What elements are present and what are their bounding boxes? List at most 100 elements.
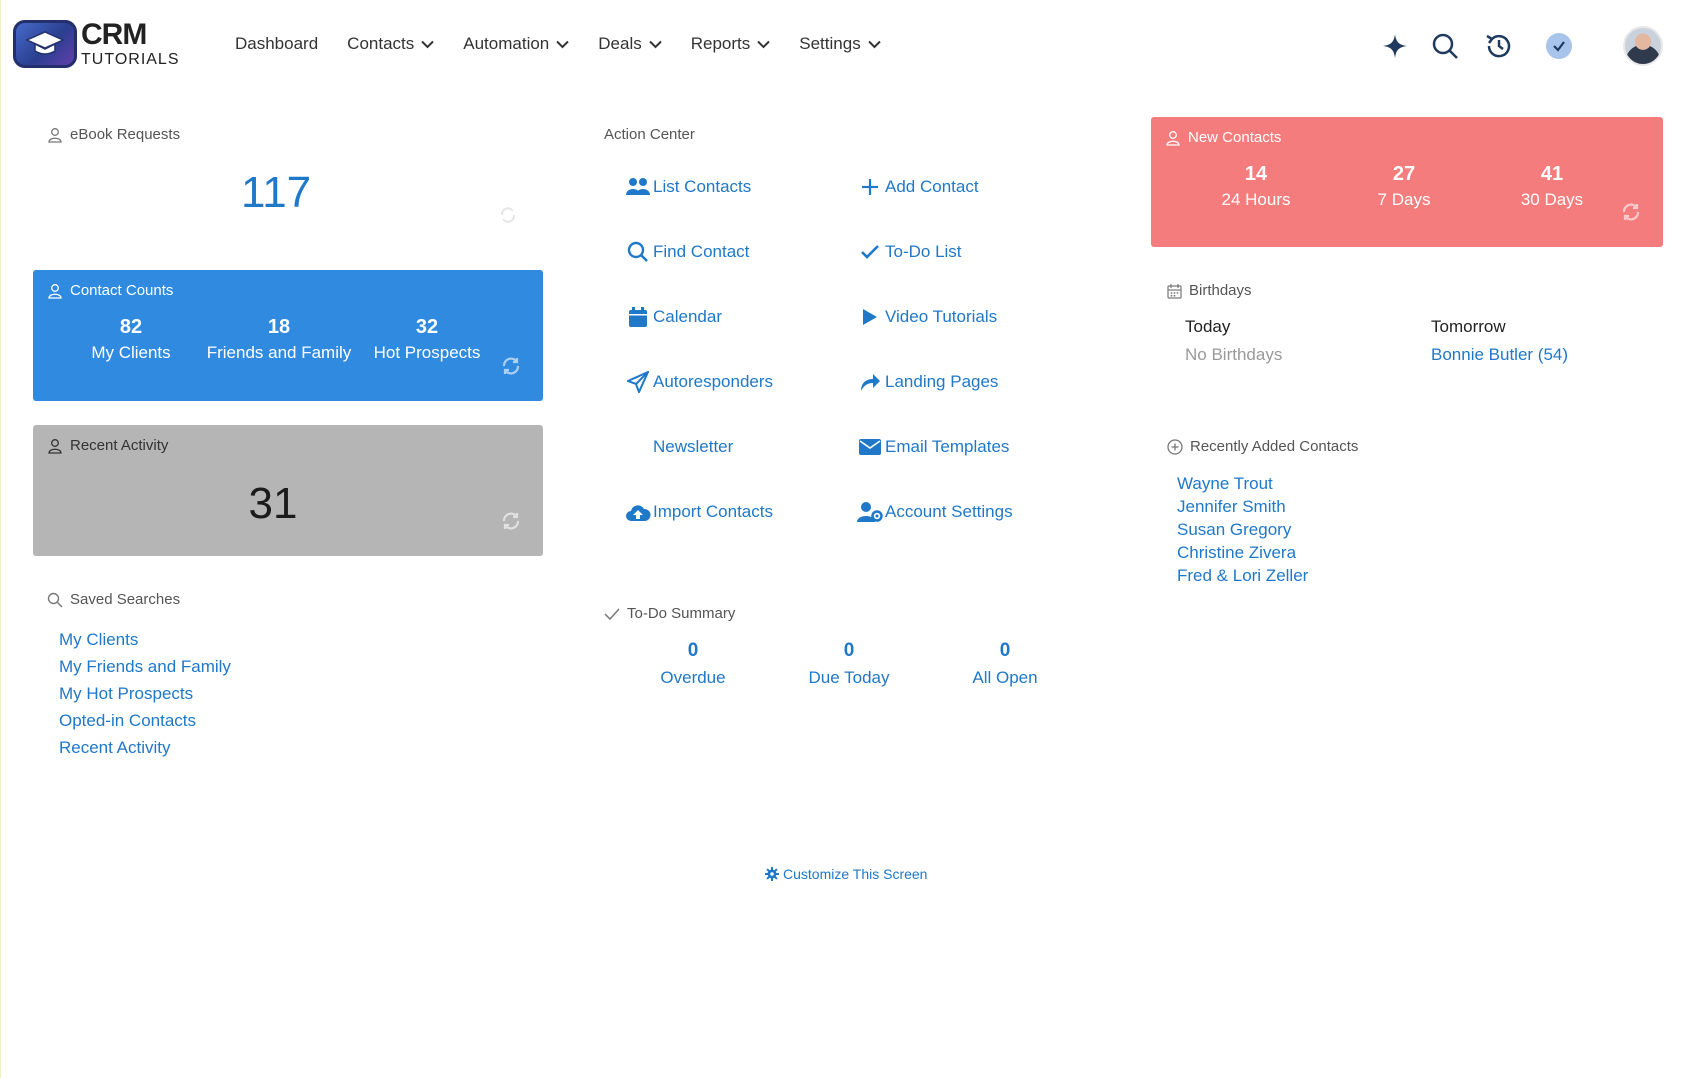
stat-label: All Open	[972, 668, 1038, 687]
stat-friends-family[interactable]: 18 Friends and Family	[193, 316, 365, 363]
user-icon	[48, 127, 62, 143]
stat-label: Hot Prospects	[373, 343, 481, 362]
stat-30-days[interactable]: 41 30 Days	[1477, 163, 1627, 210]
stat-number: 32	[415, 316, 439, 338]
todo-overdue[interactable]: 0 Overdue	[615, 640, 771, 688]
action-import-contacts[interactable]: Import Contacts	[625, 500, 773, 524]
action-label: To-Do List	[885, 242, 962, 261]
saved-search-link[interactable]: Opted-in Contacts	[59, 707, 231, 734]
action-email-templates[interactable]: Email Templates	[857, 435, 1009, 459]
recent-activity-title: Recent Activity	[47, 437, 168, 454]
plus-icon	[857, 175, 883, 199]
user-avatar[interactable]	[1623, 26, 1663, 66]
nav-contacts[interactable]: Contacts	[347, 34, 434, 54]
nav-label: Deals	[598, 34, 642, 53]
stat-number: 14	[1244, 163, 1268, 185]
todo-all-open[interactable]: 0 All Open	[927, 640, 1083, 688]
action-landing-pages[interactable]: Landing Pages	[857, 370, 998, 394]
check-icon	[604, 607, 620, 620]
user-icon	[48, 283, 62, 299]
recent-contact-link[interactable]: Fred & Lori Zeller	[1177, 564, 1308, 587]
paper-plane-icon	[625, 370, 651, 394]
nav-reports[interactable]: Reports	[691, 34, 771, 54]
refresh-icon[interactable]	[501, 511, 521, 536]
refresh-icon[interactable]	[1621, 202, 1641, 227]
action-label: Calendar	[653, 307, 722, 326]
action-account-settings[interactable]: Account Settings	[857, 500, 1013, 524]
sparkle-icon[interactable]	[1379, 30, 1411, 62]
action-label: Video Tutorials	[885, 307, 998, 326]
refresh-icon[interactable]	[499, 206, 517, 229]
recent-contact-link[interactable]: Jennifer Smith	[1177, 495, 1308, 518]
action-add-contact[interactable]: Add Contact	[857, 175, 979, 199]
contact-counts-card: Contact Counts 82 My Clients 18 Friends …	[33, 270, 543, 401]
todo-summary-stats: 0 Overdue 0 Due Today 0 All Open	[615, 640, 1083, 688]
stat-number: 0	[687, 640, 699, 661]
brand-logo[interactable]: CRM TUTORIALS	[13, 20, 180, 68]
customize-screen-link[interactable]: Customize This Screen	[765, 866, 927, 882]
user-icon	[1166, 130, 1180, 146]
action-todo-list[interactable]: To-Do List	[857, 240, 962, 264]
refresh-icon[interactable]	[501, 356, 521, 381]
nav-dashboard[interactable]: Dashboard	[235, 34, 318, 54]
main-menu: Dashboard Contacts Automation Deals Repo…	[235, 34, 910, 54]
action-label: Email Templates	[885, 437, 1010, 456]
action-list-contacts[interactable]: List Contacts	[625, 175, 751, 199]
customize-label: Customize This Screen	[783, 866, 928, 882]
action-label: Landing Pages	[885, 372, 999, 391]
ebook-requests-title: eBook Requests	[47, 126, 180, 143]
action-newsletter[interactable]: Newsletter	[625, 435, 733, 459]
stat-hot-prospects[interactable]: 32 Hot Prospects	[365, 316, 489, 363]
stat-number: 82	[119, 316, 143, 338]
nav-automation[interactable]: Automation	[463, 34, 569, 54]
blank-icon	[625, 435, 651, 459]
stat-number: 0	[999, 640, 1011, 661]
stat-number: 27	[1392, 163, 1416, 185]
recent-contact-link[interactable]: Wayne Trout	[1177, 472, 1308, 495]
envelope-icon	[857, 435, 883, 459]
top-navigation: CRM TUTORIALS Dashboard Contacts Automat…	[1, 0, 1688, 92]
stat-my-clients[interactable]: 82 My Clients	[69, 316, 193, 363]
recent-activity-count[interactable]: 31	[33, 479, 513, 529]
action-video-tutorials[interactable]: Video Tutorials	[857, 305, 997, 329]
history-icon[interactable]	[1483, 30, 1515, 62]
todo-summary-title: To-Do Summary	[604, 605, 735, 622]
saved-search-link[interactable]: My Hot Prospects	[59, 680, 231, 707]
recent-contact-link[interactable]: Christine Zivera	[1177, 541, 1308, 564]
saved-search-link[interactable]: My Friends and Family	[59, 653, 231, 680]
saved-search-link[interactable]: My Clients	[59, 626, 231, 653]
stat-7-days[interactable]: 27 7 Days	[1331, 163, 1477, 210]
action-label: Find Contact	[653, 242, 750, 261]
action-label: Account Settings	[885, 502, 1013, 521]
recent-contact-link[interactable]: Susan Gregory	[1177, 518, 1308, 541]
calendar-icon	[625, 305, 651, 329]
share-arrow-icon	[857, 370, 883, 394]
birthday-contact-link[interactable]: Bonnie Butler (54)	[1431, 345, 1677, 365]
todo-due-today[interactable]: 0 Due Today	[771, 640, 927, 688]
stat-24-hours[interactable]: 14 24 Hours	[1181, 163, 1331, 210]
action-find-contact[interactable]: Find Contact	[625, 240, 749, 264]
new-contacts-title: New Contacts	[1165, 129, 1281, 146]
saved-search-link[interactable]: Recent Activity	[59, 734, 231, 761]
action-autoresponders[interactable]: Autoresponders	[625, 370, 773, 394]
brand-line-1: CRM	[81, 18, 147, 51]
panel-title-text: New Contacts	[1188, 129, 1282, 146]
panel-title-text: Recently Added Contacts	[1190, 438, 1359, 455]
calendar-icon	[1167, 283, 1182, 299]
nav-deals[interactable]: Deals	[598, 34, 662, 54]
ebook-requests-count[interactable]: 117	[241, 168, 311, 218]
panel-title-text: Saved Searches	[70, 591, 181, 608]
action-calendar[interactable]: Calendar	[625, 305, 722, 329]
birthdays-columns: Today No Birthdays Tomorrow Bonnie Butle…	[1185, 317, 1677, 365]
panel-title-text: Birthdays	[1189, 282, 1252, 299]
stat-number: 0	[843, 640, 855, 661]
gear-icon	[765, 867, 779, 881]
chevron-down-icon	[649, 40, 662, 49]
check-circle-icon[interactable]	[1543, 30, 1575, 62]
user-icon	[48, 438, 62, 454]
recently-added-title: Recently Added Contacts	[1167, 438, 1358, 455]
users-icon	[625, 175, 651, 199]
cloud-upload-icon	[625, 500, 651, 524]
nav-settings[interactable]: Settings	[799, 34, 881, 54]
search-icon[interactable]	[1429, 30, 1461, 62]
